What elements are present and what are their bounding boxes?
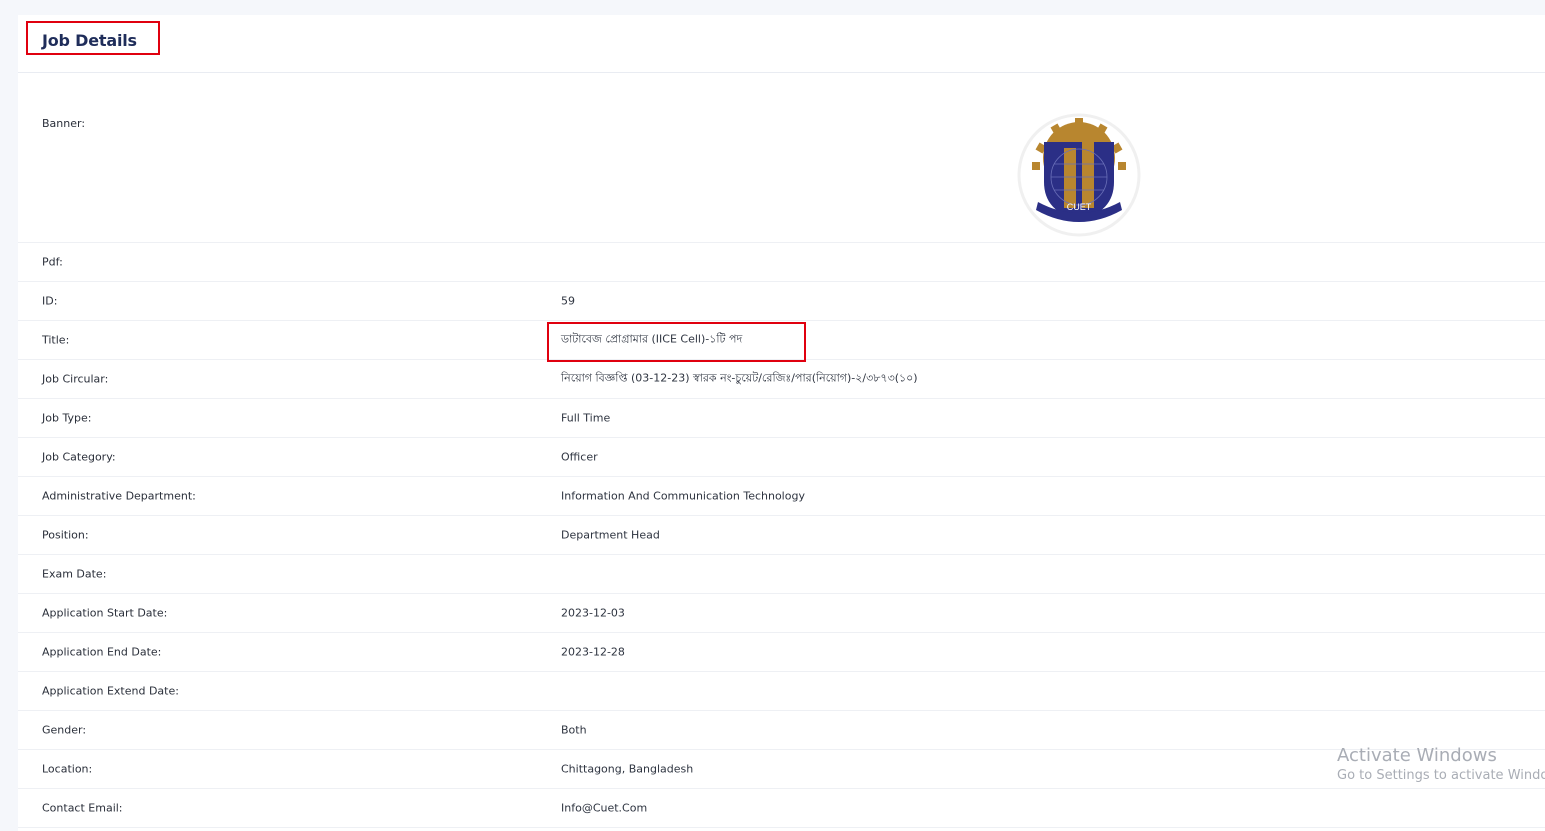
detail-row-gender: Gender: Both (18, 711, 1545, 750)
detail-row-banner: Banner: CUET (18, 73, 1545, 243)
location-label: Location: (42, 762, 93, 776)
detail-row-job-type: Job Type: Full Time (18, 399, 1545, 438)
page-title: Job Details (42, 31, 137, 50)
detail-row-job-category: Job Category: Officer (18, 438, 1545, 477)
details-list: Banner: CUET Pdf: ID: 59 Title: ডাটাবেজ … (18, 73, 1545, 828)
watermark-line-2: Go to Settings to activate Windows. (1337, 768, 1545, 783)
administrative-department-value: Information And Communication Technology (561, 489, 805, 503)
job-category-label: Job Category: (42, 450, 116, 464)
id-label: ID: (42, 294, 58, 308)
banner-label: Banner: (42, 117, 86, 130)
watermark-line-1: Activate Windows (1337, 745, 1497, 766)
exam-date-label: Exam Date: (42, 567, 107, 581)
job-details-card: Job Details Banner: CUET Pdf: ID: 59 Tit… (18, 15, 1545, 831)
detail-row-application-extend-date: Application Extend Date: (18, 672, 1545, 711)
activate-windows-watermark: Activate Windows Go to Settings to activ… (1337, 745, 1545, 783)
detail-row-pdf: Pdf: (18, 243, 1545, 282)
logo-text: CUET (1067, 202, 1092, 212)
detail-row-job-circular: Job Circular: নিয়োগ বিজ্ঞপ্তি (03-12-23… (18, 360, 1545, 399)
application-start-date-label: Application Start Date: (42, 606, 168, 620)
detail-row-administrative-department: Administrative Department: Information A… (18, 477, 1545, 516)
application-end-date-label: Application End Date: (42, 645, 162, 659)
detail-row-location: Location: Chittagong, Bangladesh (18, 750, 1545, 789)
job-type-label: Job Type: (42, 411, 92, 425)
application-start-date-value: 2023-12-03 (561, 606, 625, 620)
application-end-date-value: 2023-12-28 (561, 645, 625, 659)
detail-row-position: Position: Department Head (18, 516, 1545, 555)
job-type-value: Full Time (561, 411, 611, 425)
gender-label: Gender: (42, 723, 87, 737)
job-category-value: Officer (561, 450, 598, 464)
administrative-department-label: Administrative Department: (42, 489, 196, 503)
contact-email-value[interactable]: Info@Cuet.Com (561, 802, 647, 815)
detail-row-exam-date: Exam Date: (18, 555, 1545, 594)
contact-email-label: Contact Email: (42, 801, 123, 815)
id-value: 59 (561, 294, 575, 308)
gender-value: Both (561, 723, 587, 737)
detail-row-title: Title: ডাটাবেজ প্রোগ্রামার (IICE Cell)-১… (18, 321, 1545, 362)
pdf-label: Pdf: (42, 255, 63, 269)
job-circular-value: নিয়োগ বিজ্ঞপ্তি (03-12-23) স্বারক নং-চু… (561, 371, 918, 385)
card-header: Job Details (18, 15, 1545, 73)
title-value: ডাটাবেজ প্রোগ্রামার (IICE Cell)-১টি পদ (561, 332, 743, 346)
cuet-logo-image: CUET (1017, 113, 1141, 237)
detail-row-application-end-date: Application End Date: 2023-12-28 (18, 633, 1545, 672)
detail-row-id: ID: 59 (18, 282, 1545, 321)
application-extend-date-label: Application Extend Date: (42, 684, 179, 698)
location-value: Chittagong, Bangladesh (561, 762, 694, 776)
position-value: Department Head (561, 528, 660, 542)
title-label: Title: (42, 333, 70, 347)
job-circular-label: Job Circular: (42, 372, 109, 386)
detail-row-application-start-date: Application Start Date: 2023-12-03 (18, 594, 1545, 633)
position-label: Position: (42, 528, 89, 542)
detail-row-contact-email: Contact Email: Info@Cuet.Com (18, 789, 1545, 828)
